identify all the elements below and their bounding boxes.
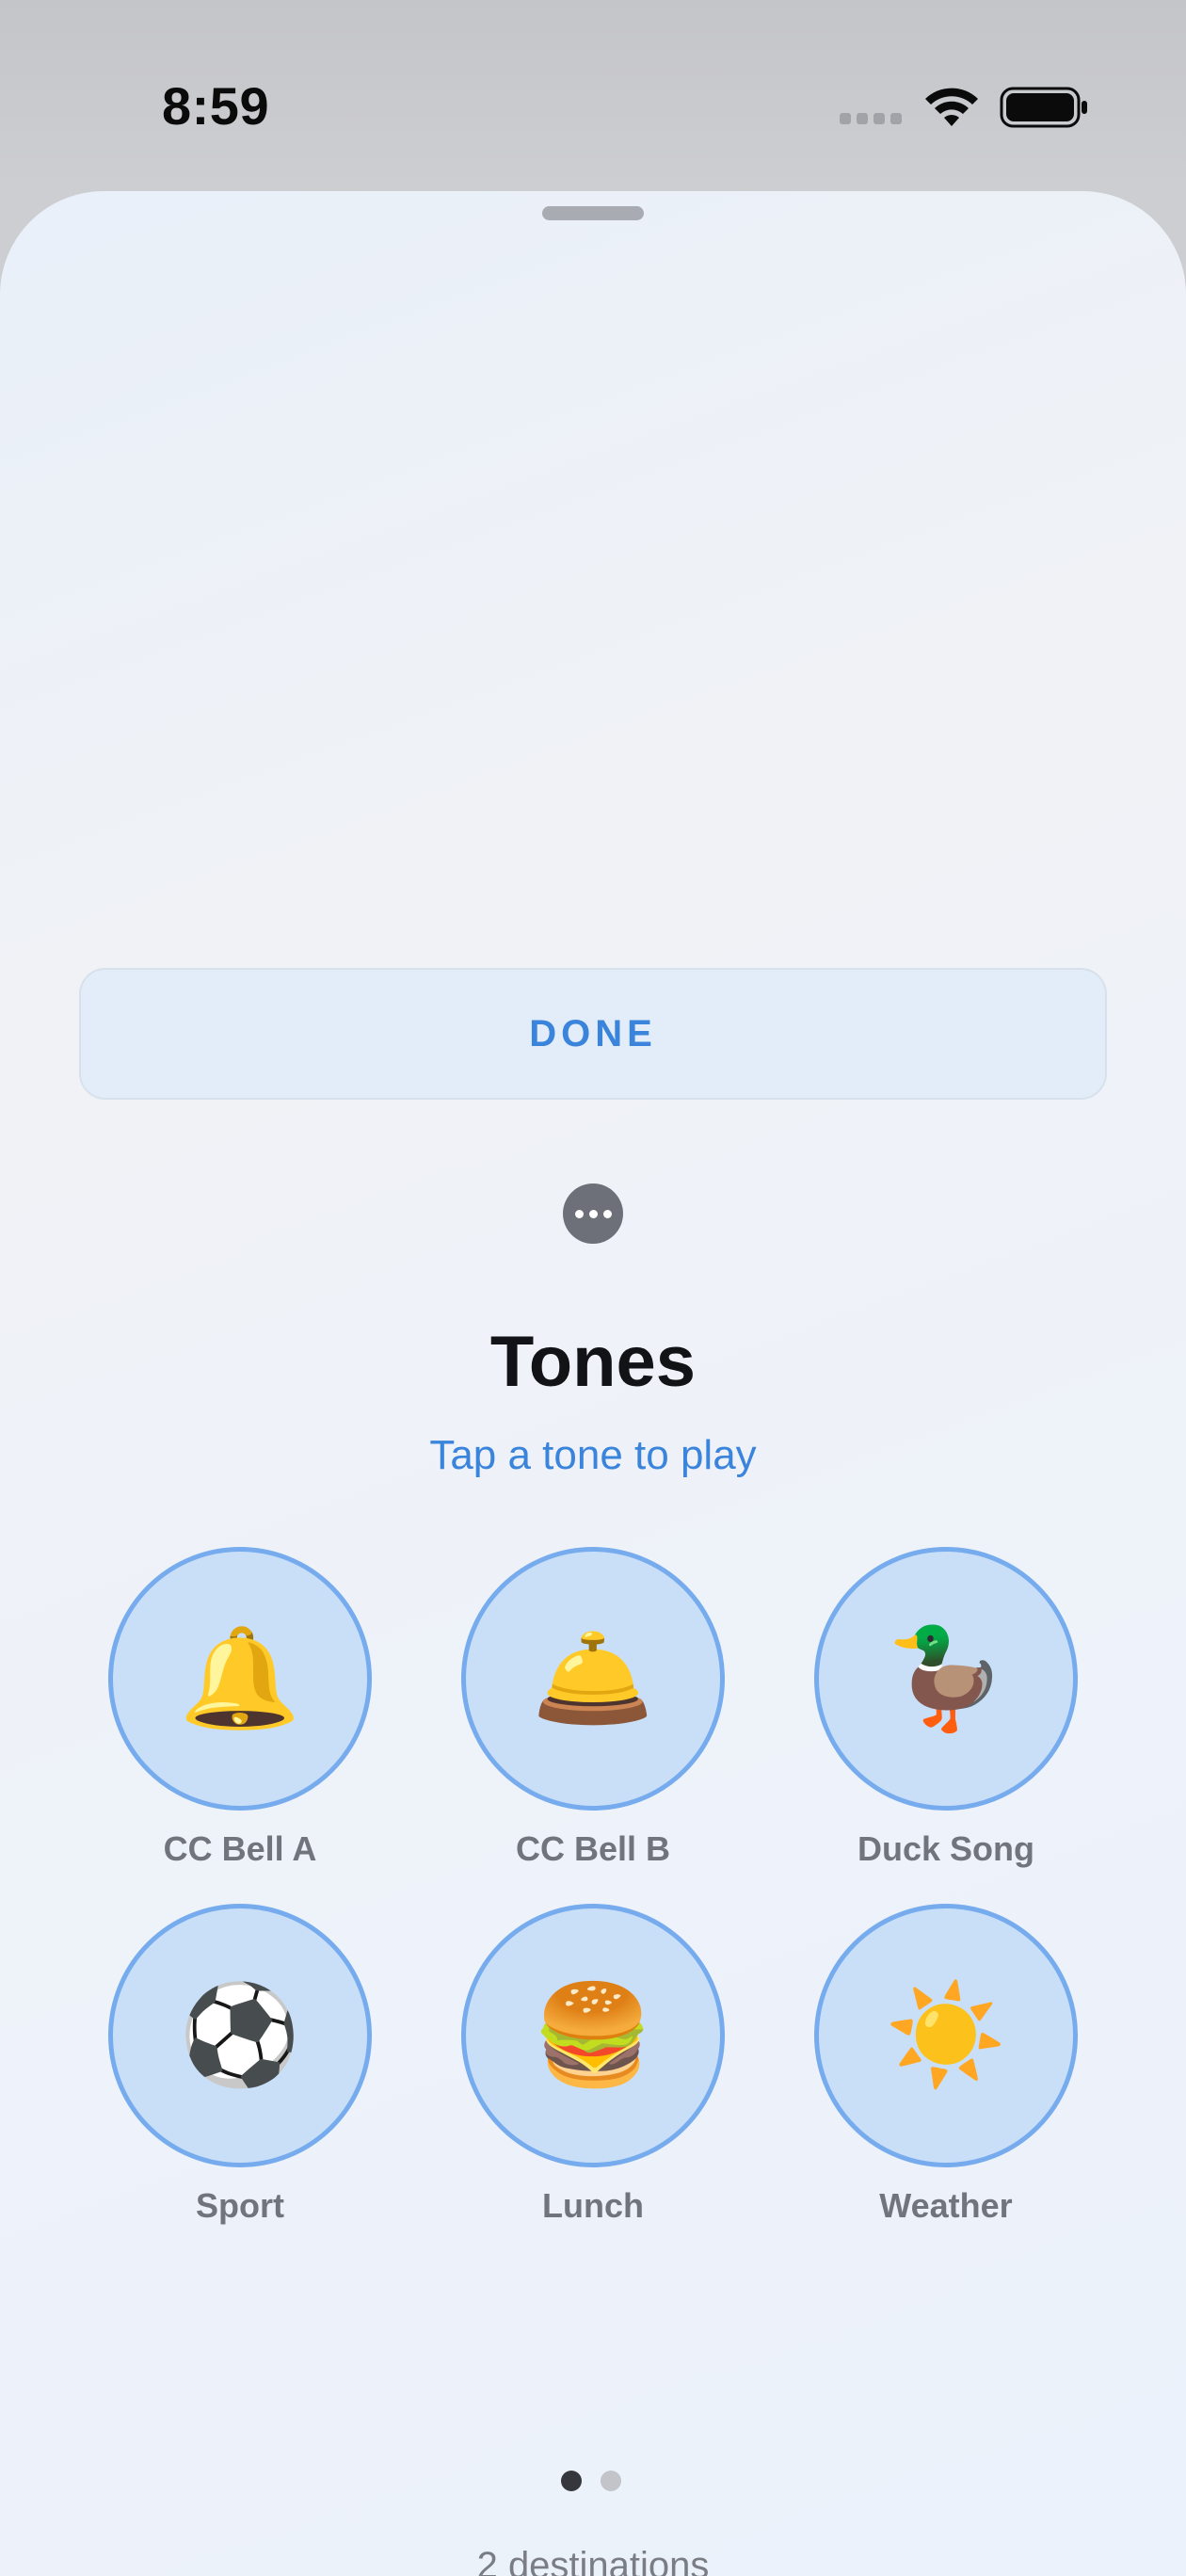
status-time: 8:59	[162, 76, 270, 136]
wifi-icon	[925, 88, 978, 126]
tone-weather[interactable]: ☀️ Weather	[805, 1904, 1087, 2243]
page-dot-2[interactable]	[601, 2471, 621, 2491]
tone-cc-bell-b[interactable]: 🛎️ CC Bell B	[452, 1547, 734, 1886]
tone-label: CC Bell A	[163, 1829, 317, 1868]
page-indicator[interactable]	[561, 2471, 621, 2491]
status-bar: 8:59	[0, 0, 1186, 188]
soccer-ball-icon[interactable]: ⚽	[108, 1904, 372, 2167]
tone-cc-bell-a[interactable]: 🔔 CC Bell A	[99, 1547, 381, 1886]
duck-icon[interactable]: 🦆	[814, 1547, 1078, 1811]
tones-sheet: DONE Tones Tap a tone to play 🔔 CC Bell …	[0, 191, 1186, 2576]
ellipsis-icon	[574, 1209, 584, 1218]
tone-label: Duck Song	[857, 1829, 1034, 1868]
subtitle-hint: Tap a tone to play	[429, 1432, 757, 1478]
service-bell-icon[interactable]: 🛎️	[461, 1547, 725, 1811]
bell-icon[interactable]: 🔔	[108, 1547, 372, 1811]
tone-label: Weather	[879, 2186, 1013, 2225]
sheet-grabber[interactable]	[542, 206, 644, 220]
tone-label: CC Bell B	[515, 1829, 671, 1868]
cellular-signal-icon	[840, 113, 902, 124]
page-dot-1[interactable]	[561, 2471, 582, 2491]
burger-icon[interactable]: 🍔	[461, 1904, 725, 2167]
tone-sport[interactable]: ⚽ Sport	[99, 1904, 381, 2243]
battery-icon	[1000, 87, 1087, 128]
page-title: Tones	[489, 1322, 697, 1402]
destinations-count: 2 destinations	[476, 2545, 710, 2576]
tone-label: Lunch	[542, 2186, 644, 2225]
tone-lunch[interactable]: 🍔 Lunch	[452, 1904, 734, 2243]
tone-label: Sport	[196, 2186, 284, 2225]
done-button[interactable]: DONE	[79, 968, 1107, 1100]
tone-duck-song[interactable]: 🦆 Duck Song	[805, 1547, 1087, 1886]
more-options-button[interactable]	[563, 1183, 623, 1244]
sun-icon[interactable]: ☀️	[814, 1904, 1078, 2167]
